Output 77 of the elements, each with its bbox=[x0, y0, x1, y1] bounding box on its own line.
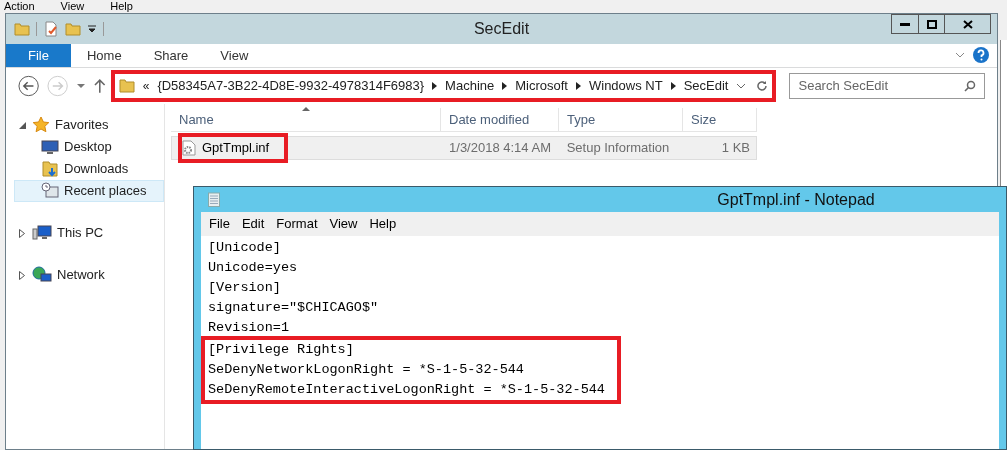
menu-item[interactable]: Action bbox=[4, 0, 35, 12]
folder-download-icon bbox=[41, 160, 59, 178]
column-header[interactable]: Size bbox=[683, 108, 757, 132]
settings-file-icon bbox=[182, 140, 196, 156]
close-button[interactable] bbox=[945, 14, 991, 34]
up-arrow-icon[interactable] bbox=[94, 78, 106, 94]
separator-arrow-icon[interactable] bbox=[502, 82, 508, 90]
menu-item[interactable]: Format bbox=[272, 214, 322, 234]
refresh-icon[interactable] bbox=[756, 80, 769, 92]
expanded-triangle-icon[interactable] bbox=[19, 121, 26, 129]
collapsed-triangle-icon[interactable] bbox=[19, 228, 25, 238]
text-area[interactable]: [Unicode] Unicode=yes [Version] signature="$CHICAGO$" Revision=1 [Privilege Rights] SeDenyNetworkLogonRight = *S-1-5-32-544 SeDenyRemoteInteractiveLogonRight = *S-1-5-32-544 bbox=[201, 236, 999, 449]
minimize-icon bbox=[900, 22, 910, 26]
sort-arrow-icon bbox=[302, 106, 310, 111]
text-line: SeDenyRemoteInteractiveLogonRight = *S-1-5-32-544 bbox=[208, 381, 606, 399]
search-input[interactable]: Search SecEdit bbox=[798, 76, 959, 96]
separator-arrow-icon[interactable] bbox=[670, 82, 676, 90]
overflow-chevron[interactable]: « bbox=[142, 77, 150, 95]
monitor-icon bbox=[41, 139, 59, 155]
ribbon-tab[interactable]: View bbox=[204, 44, 265, 67]
menu-item[interactable]: Help bbox=[365, 214, 401, 234]
text-line: [Privilege Rights] bbox=[208, 341, 355, 359]
nav-item[interactable]: Downloads bbox=[14, 158, 164, 180]
nav-item[interactable]: Favorites bbox=[14, 114, 164, 136]
column-header[interactable]: Type bbox=[559, 108, 683, 132]
ribbon-tab[interactable]: File bbox=[6, 44, 71, 67]
nav-item[interactable]: This PC bbox=[14, 222, 164, 244]
breadcrumb[interactable]: SecEdit bbox=[683, 76, 729, 96]
table-cell-text: Setup Information bbox=[565, 139, 671, 158]
menu-item[interactable]: View bbox=[60, 0, 85, 12]
text-line: Unicode=yes bbox=[208, 259, 299, 277]
text-line: [Unicode] bbox=[208, 239, 282, 257]
text-line: [Version] bbox=[208, 279, 282, 297]
text-line: signature="$CHICAGO$" bbox=[208, 299, 380, 317]
column-header[interactable]: Date modified bbox=[441, 108, 559, 132]
text-line: Revision=1 bbox=[208, 319, 290, 337]
maximize-button[interactable] bbox=[919, 14, 945, 34]
ribbon-tab[interactable]: Home bbox=[70, 44, 138, 67]
document-check-icon[interactable] bbox=[43, 21, 59, 37]
menu-item[interactable]: Edit bbox=[237, 214, 269, 234]
separator-arrow-icon[interactable] bbox=[576, 82, 581, 90]
close-icon bbox=[962, 19, 973, 29]
chevron-down-icon[interactable] bbox=[955, 51, 965, 59]
menu-item[interactable]: File bbox=[205, 214, 234, 234]
column-header[interactable]: Name bbox=[171, 108, 441, 132]
file-row[interactable]: GptTmpl.inf 1/3/2018 4:14 AM Setup Information 1 KB bbox=[171, 136, 757, 160]
table-cell-text: 1 KB bbox=[720, 139, 751, 158]
breadcrumb[interactable]: Microsoft bbox=[515, 76, 568, 96]
search-field[interactable]: Search SecEdit bbox=[789, 73, 985, 99]
menu-item[interactable]: View bbox=[325, 214, 362, 234]
dropdown-icon[interactable] bbox=[87, 24, 97, 34]
search-icon bbox=[964, 80, 976, 92]
table-cell-text: 1/3/2018 4:14 AM bbox=[448, 139, 552, 158]
text-line: SeDenyNetworkLogonRight = *S-1-5-32-544 bbox=[208, 361, 525, 379]
address-bar[interactable]: « {D58345A7-3B22-4D8E-9932-4978314F6983} Machine Microsoft Windows NT SecEdit bbox=[113, 73, 774, 99]
window-title: SecEdit bbox=[473, 19, 530, 39]
breadcrumb[interactable]: {D58345A7-3B22-4D8E-9932-4978314F6983} bbox=[157, 76, 425, 96]
minimize-button[interactable] bbox=[891, 14, 919, 34]
nav-item[interactable]: Recent places bbox=[14, 180, 164, 202]
menu-item[interactable]: Help bbox=[110, 0, 133, 12]
breadcrumb[interactable]: Machine bbox=[445, 76, 495, 96]
collapsed-triangle-icon[interactable] bbox=[19, 270, 25, 280]
computer-icon bbox=[32, 224, 52, 242]
separator-arrow-icon[interactable] bbox=[432, 82, 438, 90]
nav-item[interactable]: Network bbox=[14, 264, 164, 286]
network-globe-icon bbox=[32, 266, 52, 284]
ribbon-tab[interactable]: Share bbox=[137, 44, 205, 67]
maximize-icon bbox=[926, 19, 937, 29]
folder-icon bbox=[118, 78, 135, 94]
chevron-down-icon[interactable] bbox=[736, 82, 747, 90]
help-icon[interactable] bbox=[973, 47, 989, 63]
recent-places-icon bbox=[41, 182, 59, 200]
star-icon bbox=[32, 116, 50, 134]
nav-item[interactable]: Desktop bbox=[14, 136, 164, 158]
breadcrumb[interactable]: Windows NT bbox=[589, 76, 663, 96]
window-title: GptTmpl.inf - Notepad bbox=[717, 189, 875, 210]
file-name[interactable]: GptTmpl.inf bbox=[178, 133, 288, 163]
